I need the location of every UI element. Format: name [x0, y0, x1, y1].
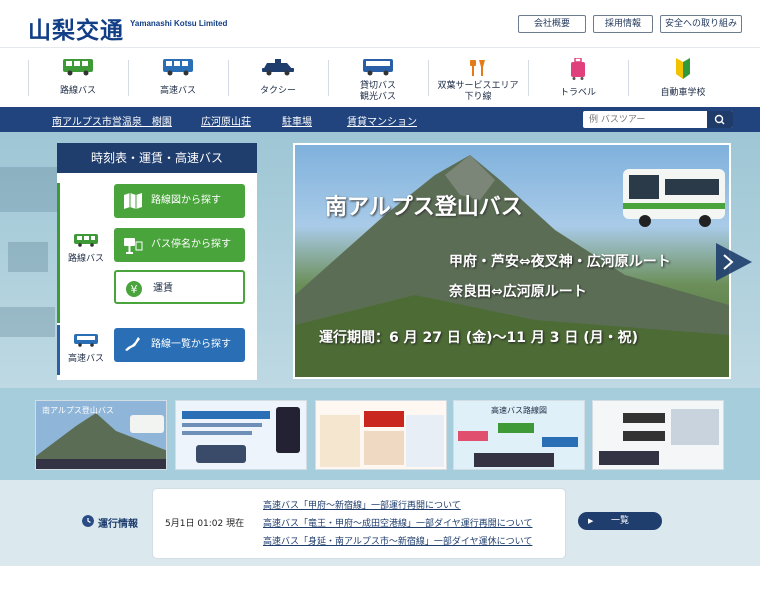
- map-search-label: 路線図から探す: [151, 195, 221, 206]
- route-bus-accent-bar: [57, 183, 60, 323]
- taxi-icon: [262, 59, 294, 76]
- fare-label: 運賃: [153, 283, 173, 294]
- search-icon: [714, 114, 725, 125]
- highway-bus-side-label: 高速バス: [67, 354, 104, 364]
- thumbnail-highway-map[interactable]: 高速バス路線図: [453, 400, 585, 470]
- service-area-icon: [470, 60, 485, 76]
- clock-icon: [82, 515, 94, 527]
- japan-map-icon: [125, 337, 140, 351]
- category-nav: 路線バス 高速バス タクシー 貸切バス 観光バス 双葉サービスエリア 下り線 ト…: [0, 47, 760, 107]
- safety-link[interactable]: 安全への取り組み: [660, 15, 742, 33]
- svg-text:¥: ¥: [131, 283, 138, 296]
- thumbnail-recruit[interactable]: [592, 400, 724, 470]
- suitcase-icon: [571, 58, 585, 80]
- nav-charter-bus-label: 貸切バス 観光バス: [359, 81, 396, 102]
- service-info-box: 5月1日 01:02 現在 高速バス「甲府～新宿線」一部運行再開について 高速バ…: [152, 488, 566, 559]
- route-list-label: 路線一覧から探す: [151, 339, 231, 350]
- background-photo-decoration: [0, 167, 60, 337]
- map-icon: [124, 193, 142, 209]
- yen-icon: ¥: [126, 281, 142, 297]
- footer-strip: [0, 566, 760, 600]
- service-info-title: 運行情報: [98, 519, 138, 530]
- nav-driving-school-label: 自動車学校: [660, 88, 706, 98]
- bus-photo: [623, 169, 725, 227]
- nav-service-area[interactable]: 双葉サービスエリア 下り線: [428, 48, 528, 108]
- thumbnail-app[interactable]: [175, 400, 307, 470]
- bus-stop-icon: [124, 238, 143, 254]
- service-info-timestamp: 5月1日 01:02 現在: [165, 519, 245, 529]
- fare-button[interactable]: ¥ 運賃: [114, 270, 245, 304]
- hero-route-1: 甲府・芦安⇔夜叉神・広河原ルート: [449, 254, 671, 270]
- hero-period: 運行期間：6 月 27 日 (金)〜11 月 3 日 (月・祝): [319, 330, 639, 346]
- hirogawara-sanso-link[interactable]: 広河原山荘: [201, 113, 251, 128]
- charter-bus-icon: [363, 59, 393, 76]
- thumbnail-campaign[interactable]: [315, 400, 447, 470]
- banner-thumbnails: 南アルプス登山バス 高速バス路線図: [0, 388, 760, 480]
- timetable-panel: 時刻表・運賃・高速バス 路線バス 高速バス 路線図から探す バス停名から探す ¥…: [57, 143, 257, 380]
- logo-english-name: Yamanashi Kotsu Limited: [130, 19, 228, 28]
- thumbnail-image: [593, 401, 723, 469]
- hero-title: 南アルプス登山バス: [325, 195, 523, 220]
- service-info-section: 運行情報 5月1日 01:02 現在 高速バス「甲府～新宿線」一部運行再開につい…: [0, 480, 760, 566]
- nav-charter-bus[interactable]: 貸切バス 観光バス: [328, 48, 428, 108]
- company-info-link[interactable]: 会社概要: [518, 15, 586, 33]
- route-list-button[interactable]: 路線一覧から探す: [114, 328, 245, 362]
- route-bus-side-icon: [74, 234, 98, 247]
- quick-link-strip: 南アルプス市営温泉 樹園 広河原山荘 駐車場 賃貸マンション: [0, 107, 760, 132]
- highway-bus-accent-bar: [57, 325, 60, 375]
- service-notice-link-1[interactable]: 高速バス「甲府～新宿線」一部運行再開について: [263, 498, 461, 511]
- thumbnail-caption: 高速バス路線図: [491, 406, 547, 415]
- thumbnail-image: [316, 401, 446, 469]
- nav-service-area-label: 双葉サービスエリア 下り線: [437, 81, 519, 102]
- nav-route-bus[interactable]: 路線バス: [28, 48, 128, 108]
- service-notice-link-3[interactable]: 高速バス「身延・南アルプス市～新宿線」一部ダイヤ運休について: [263, 534, 532, 547]
- nav-highway-bus[interactable]: 高速バス: [128, 48, 228, 108]
- beginner-mark-icon: [676, 58, 690, 79]
- nav-taxi[interactable]: タクシー: [228, 48, 328, 108]
- onsen-link[interactable]: 南アルプス市営温泉 樹園: [52, 113, 172, 128]
- search-box: [583, 111, 733, 128]
- view-all-label: 一覧: [610, 516, 629, 526]
- logo[interactable]: 山梨交通: [28, 11, 124, 45]
- express-bus-icon: [163, 59, 193, 76]
- bus-icon: [63, 59, 93, 76]
- recruit-link[interactable]: 採用情報: [593, 15, 653, 33]
- nav-travel[interactable]: トラベル: [528, 48, 628, 108]
- service-notice-link-2[interactable]: 高速バス「竜王・甲府～成田空港線」一部ダイヤ運行再開について: [263, 516, 532, 529]
- nav-route-bus-label: 路線バス: [59, 86, 96, 96]
- slider-next-arrow[interactable]: [716, 243, 752, 281]
- nav-taxi-label: タクシー: [259, 86, 296, 96]
- thumbnail-mountain-bus[interactable]: 南アルプス登山バス: [35, 400, 167, 470]
- search-button[interactable]: [707, 111, 733, 128]
- hero-banner[interactable]: 南アルプス登山バス 甲府・芦安⇔夜叉神・広河原ルート 奈良田⇔広河原ルート 運行…: [293, 143, 731, 379]
- rental-mansion-link[interactable]: 賃貸マンション: [347, 113, 417, 128]
- highway-bus-side-icon: [74, 334, 98, 347]
- view-all-button[interactable]: ▶ 一覧: [578, 512, 662, 530]
- nav-highway-bus-label: 高速バス: [159, 86, 196, 96]
- timetable-panel-title: 時刻表・運賃・高速バス: [57, 143, 257, 173]
- stop-search-button[interactable]: バス停名から探す: [114, 228, 245, 262]
- thumbnail-caption: 南アルプス登山バス: [42, 406, 114, 415]
- arrow-right-icon: ▶: [588, 517, 594, 525]
- nav-travel-label: トラベル: [559, 88, 596, 98]
- stop-search-label: バス停名から探す: [151, 239, 231, 250]
- hero-route-2: 奈良田⇔広河原ルート: [449, 284, 587, 300]
- nav-driving-school[interactable]: 自動車学校: [628, 48, 738, 108]
- map-search-button[interactable]: 路線図から探す: [114, 184, 245, 218]
- thumbnail-image: [176, 401, 306, 469]
- route-bus-side-label: 路線バス: [67, 254, 104, 264]
- search-input[interactable]: [589, 111, 707, 128]
- site-header: 山梨交通 Yamanashi Kotsu Limited 会社概要 採用情報 安…: [0, 0, 760, 47]
- parking-link[interactable]: 駐車場: [282, 113, 312, 128]
